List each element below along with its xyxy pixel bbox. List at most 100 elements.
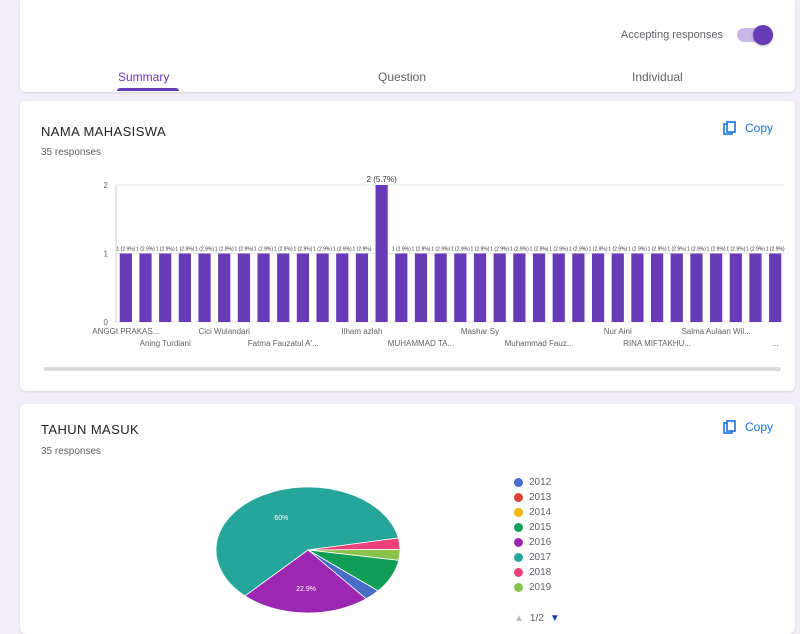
bar (414, 253, 428, 322)
active-tab-indicator (117, 88, 179, 91)
x-tick-label: MUHAMMAD TA... (388, 339, 454, 348)
bar (493, 253, 506, 322)
bar-data-label: 1 (2.9%) (333, 247, 352, 253)
triangle-down-icon[interactable]: ▼ (550, 613, 560, 624)
triangle-up-icon[interactable]: ▲ (514, 613, 524, 624)
bar-data-label: 1 (2.9%) (490, 247, 509, 253)
legend-swatch (514, 538, 523, 547)
bar (159, 253, 172, 322)
bar (769, 253, 782, 322)
x-tick-label: Salma Aulaan Wil... (681, 327, 750, 336)
bar-data-label: 1 (2.9%) (195, 247, 214, 253)
bar (611, 253, 624, 322)
y-tick-label: 2 (104, 181, 109, 190)
pie-chart: 60% 22.9% (215, 486, 401, 614)
bar (710, 253, 723, 322)
bar-data-label: 1 (2.9%) (234, 247, 253, 253)
bar-data-label: 1 (2.9%) (766, 247, 785, 253)
bar-data-label: 1 (2.9%) (549, 247, 568, 253)
bar (690, 253, 703, 322)
x-tick-label: ANGGI PRAKAS... (92, 327, 159, 336)
bar-data-label: 1 (2.9%) (530, 247, 549, 253)
legend-label: 2017 (529, 552, 552, 563)
tab-summary[interactable]: Summary (118, 70, 169, 84)
legend-pager: ▲ 1/2 ▼ (514, 613, 560, 624)
bar-data-label: 1 (2.9%) (510, 247, 529, 253)
bar-data-label: 1 (2.9%) (116, 247, 135, 253)
response-count: 35 responses (41, 446, 102, 457)
legend-label: 2018 (529, 567, 552, 578)
question-card-nama-mahasiswa: NAMA MAHASISWA 35 responses Copy 0121 (2… (20, 101, 795, 391)
x-tick-label: RINA MIFTAKHU... (623, 339, 691, 348)
bar-data-label: 1 (2.9%) (746, 247, 765, 253)
bar (277, 253, 290, 322)
y-tick-label: 0 (104, 318, 109, 327)
legend-swatch (514, 523, 523, 532)
legend-label: 2016 (529, 537, 552, 548)
legend-label: 2014 (529, 507, 552, 518)
bar-data-label: 1 (2.9%) (254, 247, 273, 253)
pie-slice-label: 22.9% (296, 586, 316, 593)
tab-individual[interactable]: Individual (632, 70, 683, 84)
bar-data-label: 1 (2.9%) (175, 247, 194, 253)
bar-data-label: 1 (2.9%) (136, 247, 155, 253)
bar-data-label: 1 (2.9%) (313, 247, 332, 253)
bar (218, 253, 231, 322)
legend-swatch (514, 568, 523, 577)
bar (532, 253, 546, 322)
bar (355, 253, 369, 322)
bar (257, 253, 270, 322)
bar-data-label: 2 (5.7%) (367, 175, 398, 184)
copy-icon (723, 420, 737, 434)
copy-label: Copy (744, 420, 773, 434)
bar (454, 253, 467, 322)
tab-question[interactable]: Question (378, 70, 426, 84)
bar-data-label: 1 (2.9%) (569, 247, 588, 253)
legend-item: 2012 (514, 477, 551, 488)
bar-data-label: 1 (2.9%) (707, 247, 726, 253)
question-title: TAHUN MASUK (41, 422, 140, 437)
bar (473, 253, 487, 322)
bar-data-label: 1 (2.9%) (589, 247, 608, 253)
accepting-responses-label: Accepting responses (620, 29, 723, 41)
bar-data-label: 1 (2.9%) (726, 247, 745, 253)
bar (139, 253, 152, 322)
bar (513, 253, 526, 322)
bar (375, 185, 388, 322)
accepting-responses-toggle[interactable] (737, 25, 773, 45)
legend-item: 2014 (514, 507, 551, 518)
bar-data-label: 1 (2.9%) (628, 247, 647, 253)
legend-swatch (514, 508, 523, 517)
x-tick-label: Mashar Sy (461, 327, 499, 336)
chart-horizontal-scrollbar[interactable] (44, 367, 781, 371)
legend-label: 2019 (529, 582, 552, 593)
legend-label: 2012 (529, 477, 552, 488)
x-tick-label: Fatma Fauzatul A'... (248, 339, 319, 348)
bar (651, 253, 664, 322)
question-card-tahun-masuk: TAHUN MASUK 35 responses Copy 60% 22.9% 2… (20, 404, 795, 634)
bar-chart: 0121 (2.9%) 1 (2.9%) 1 (2.9%) 1 (2.9%) 1 (2.… (92, 175, 785, 348)
legend-item: 2017 (514, 552, 551, 563)
legend-swatch (514, 553, 523, 562)
bar (316, 253, 329, 322)
y-tick-label: 1 (104, 250, 109, 259)
bar-data-label: 1 (2.9%) (274, 247, 293, 253)
pie-slice-label: 60% (274, 515, 288, 522)
bar (591, 253, 605, 322)
legend-item: 2019 (514, 582, 551, 593)
bar-data-label: 1 (2.9%) (215, 247, 234, 253)
bar (749, 253, 762, 322)
copy-chart-button[interactable]: Copy (723, 420, 773, 434)
bar (631, 253, 644, 322)
bar (119, 253, 132, 322)
x-tick-label: Cici Wulandari (199, 327, 251, 336)
legend-label: 2013 (529, 492, 552, 503)
bar (729, 253, 742, 322)
bar-data-label: 1 (2.9%) (353, 247, 372, 253)
bar (178, 253, 191, 322)
response-header-card: Accepting responses Summary Question Ind… (20, 0, 795, 92)
bar (395, 253, 408, 322)
x-tick-label: Nur Aini (604, 327, 632, 336)
legend-item: 2018 (514, 567, 551, 578)
bar-data-label: 1 (2.9%) (412, 247, 431, 253)
